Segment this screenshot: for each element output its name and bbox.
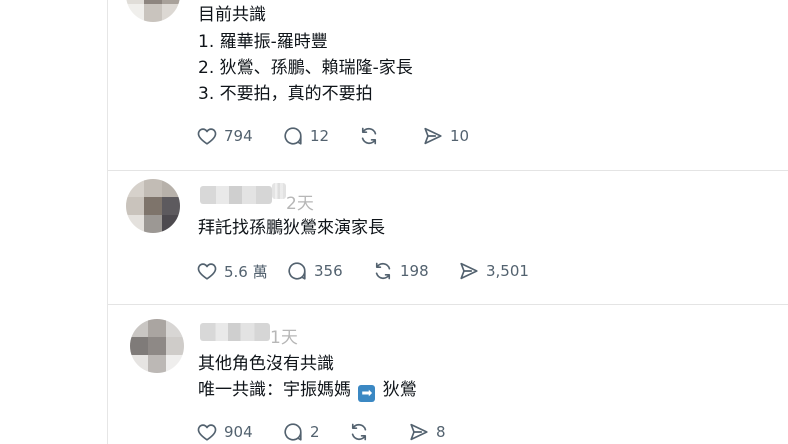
share-count: 8 bbox=[436, 423, 446, 441]
comment-post-1[interactable]: 目前共識 1. 羅華振-羅時豐 2. 狄鶯、孫鵬、賴瑞隆-家長 3. 不要拍，真… bbox=[108, 0, 788, 170]
comment-text-line: 拜託找孫鵬狄鶯來演家長 bbox=[198, 218, 385, 238]
avatar[interactable] bbox=[126, 0, 180, 22]
reply-bubble-icon bbox=[284, 423, 302, 441]
comment-text-line: 唯一共識：宇振媽媽 ➡ 狄鶯 bbox=[198, 379, 417, 402]
repost-button[interactable] bbox=[358, 124, 386, 148]
action-bar: 794 12 10 bbox=[196, 124, 756, 148]
share-send-icon bbox=[424, 127, 442, 145]
comment-post-2[interactable]: 2天 拜託找孫鵬狄鶯來演家長 5.6 萬 356 198 3,501 bbox=[108, 171, 788, 304]
heart-icon bbox=[197, 263, 217, 280]
like-count: 5.6 萬 bbox=[224, 262, 268, 281]
avatar[interactable] bbox=[130, 319, 184, 373]
right-arrow-emoji: ➡ bbox=[358, 385, 376, 402]
avatar[interactable] bbox=[126, 179, 180, 233]
reply-count: 2 bbox=[310, 423, 320, 441]
share-send-icon bbox=[460, 262, 478, 280]
comment-text-line: 其他角色沒有共識 bbox=[198, 354, 334, 374]
like-button[interactable]: 5.6 萬 bbox=[196, 259, 268, 283]
like-count: 794 bbox=[224, 127, 253, 145]
reply-count: 12 bbox=[310, 127, 330, 145]
reply-button[interactable]: 2 bbox=[282, 420, 320, 444]
comment-text-line: 1. 羅華振-羅時豐 bbox=[198, 32, 328, 52]
repost-icon bbox=[361, 127, 377, 145]
comment-post-3[interactable]: 1天 其他角色沒有共識 唯一共識：宇振媽媽 ➡ 狄鶯 904 2 8 bbox=[108, 305, 788, 444]
share-button[interactable]: 8 bbox=[408, 420, 446, 444]
repost-button[interactable]: 198 bbox=[372, 259, 429, 283]
reply-button[interactable]: 356 bbox=[286, 259, 343, 283]
share-button[interactable]: 10 bbox=[422, 124, 469, 148]
like-button[interactable]: 794 bbox=[196, 124, 253, 148]
share-count: 3,501 bbox=[486, 262, 529, 280]
post-time[interactable]: 2天 bbox=[286, 189, 314, 214]
repost-button[interactable] bbox=[348, 420, 376, 444]
line-text-before: 唯一共識：宇振媽媽 bbox=[198, 380, 357, 400]
like-count: 904 bbox=[224, 423, 253, 441]
comment-feed: 目前共識 1. 羅華振-羅時豐 2. 狄鶯、孫鵬、賴瑞隆-家長 3. 不要拍，真… bbox=[0, 0, 788, 444]
reply-count: 356 bbox=[314, 262, 343, 280]
comment-text-line: 目前共識 bbox=[198, 5, 266, 25]
username-blurred-tail bbox=[272, 183, 286, 199]
repost-count: 198 bbox=[400, 262, 429, 280]
share-send-icon bbox=[410, 423, 428, 441]
reply-button[interactable]: 12 bbox=[282, 124, 329, 148]
share-count: 10 bbox=[450, 127, 470, 145]
username-blurred[interactable] bbox=[200, 323, 270, 341]
comment-text-line: 2. 狄鶯、孫鵬、賴瑞隆-家長 bbox=[198, 58, 413, 78]
username-blurred[interactable] bbox=[200, 186, 272, 204]
action-bar: 5.6 萬 356 198 3,501 bbox=[196, 259, 756, 283]
reply-bubble-icon bbox=[288, 262, 306, 280]
repost-icon bbox=[351, 423, 367, 441]
reply-bubble-icon bbox=[284, 127, 302, 145]
action-bar: 904 2 8 bbox=[196, 420, 756, 444]
comment-text-line: 3. 不要拍，真的不要拍 bbox=[198, 84, 373, 104]
heart-icon bbox=[197, 424, 217, 441]
like-button[interactable]: 904 bbox=[196, 420, 253, 444]
share-button[interactable]: 3,501 bbox=[458, 259, 529, 283]
line-text-after: 狄鶯 bbox=[377, 380, 417, 400]
post-time[interactable]: 1天 bbox=[270, 323, 298, 348]
heart-icon bbox=[197, 128, 217, 145]
repost-icon bbox=[375, 262, 391, 280]
